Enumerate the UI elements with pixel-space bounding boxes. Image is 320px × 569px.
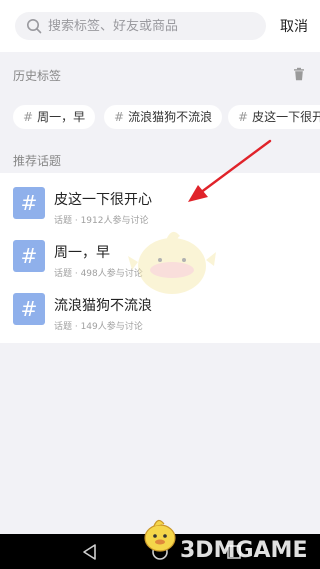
history-tag-label: 周一，早 — [37, 110, 86, 124]
topic-meta: 话题 · 498人参与讨论 — [54, 269, 143, 279]
topic-row[interactable]: # 周一，早 话题 · 498人参与讨论 — [0, 232, 320, 284]
search-header: 取消 — [0, 0, 320, 52]
recommended-topics-header: 推荐话题 — [13, 154, 62, 168]
topic-title: 流浪猫狗不流浪 — [54, 298, 152, 314]
hash-icon: # — [13, 293, 45, 325]
history-tag-chip[interactable]: # 周一，早 — [13, 105, 96, 129]
history-tag-label: 流浪猫狗不流浪 — [128, 110, 213, 124]
history-tags-header: 历史标签 — [13, 69, 62, 83]
search-input[interactable] — [48, 12, 258, 40]
hash-icon: # — [23, 110, 34, 124]
back-triangle-icon[interactable] — [80, 542, 100, 562]
history-tag-chip[interactable]: # 流浪猫狗不流浪 — [104, 105, 223, 129]
trash-icon[interactable] — [292, 67, 306, 81]
history-tag-label: 皮这一下很开心 — [252, 110, 320, 124]
recommended-topics-list: # 皮这一下很开心 话题 · 1912人参与讨论 # 周一，早 话题 · 498… — [0, 173, 320, 343]
history-tag-chip[interactable]: #皮这一下很开心 — [228, 105, 320, 129]
topic-title: 皮这一下很开心 — [54, 192, 152, 208]
home-circle-icon[interactable] — [150, 542, 170, 562]
watermark-text: 3DMGAME — [180, 538, 308, 563]
cancel-button[interactable]: 取消 — [280, 16, 308, 36]
topic-row[interactable]: # 皮这一下很开心 话题 · 1912人参与讨论 — [0, 179, 320, 231]
hash-icon: # — [13, 187, 45, 219]
search-icon — [27, 19, 42, 34]
topic-meta: 话题 · 149人参与讨论 — [54, 322, 143, 332]
hash-icon: # — [13, 240, 45, 272]
topic-meta: 话题 · 1912人参与讨论 — [54, 216, 149, 226]
history-tags-list: #周一，早 #流浪猫狗不流浪 #皮这一下很开心 — [0, 96, 320, 138]
search-box[interactable] — [15, 12, 266, 40]
topic-title: 周一，早 — [54, 245, 110, 261]
topic-row[interactable]: # 流浪猫狗不流浪 话题 · 149人参与讨论 — [0, 285, 320, 337]
hash-icon: # — [238, 110, 249, 124]
hash-icon: # — [114, 110, 125, 124]
